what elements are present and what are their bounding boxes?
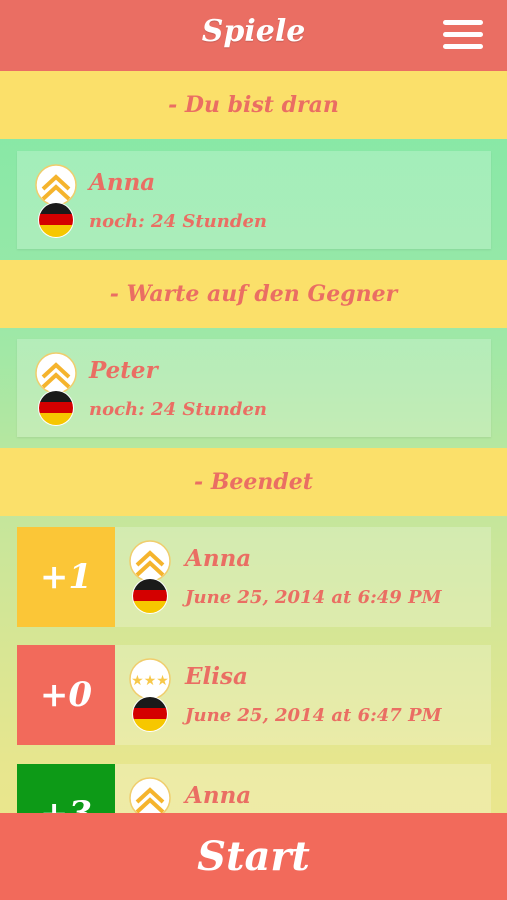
hamburger-menu-icon[interactable]: [443, 20, 483, 52]
start-button[interactable]: Start: [0, 813, 507, 900]
finished-game-row[interactable]: +1 Anna June 25, 2014 at 6:49 PM: [17, 527, 491, 627]
rank-and-flag-icon: [35, 164, 77, 238]
rank-and-flag-icon: [129, 540, 171, 614]
opponent-name: Anna: [185, 545, 252, 572]
opponent-name: Elisa: [185, 663, 248, 690]
rank-and-flag-icon: [35, 352, 77, 426]
top-bar: Spiele: [0, 0, 507, 71]
opponent-name: Peter: [89, 357, 158, 384]
svg-text:★★★: ★★★: [131, 673, 169, 689]
game-timestamp: June 25, 2014 at 6:49 PM: [185, 587, 442, 608]
opponent-name: Anna: [89, 169, 156, 196]
time-remaining: noch: 24 Stunden: [89, 211, 267, 232]
score-badge: +1: [17, 527, 115, 627]
game-card[interactable]: Anna noch: 24 Stunden: [17, 151, 491, 249]
rank-and-flag-icon: ★★★: [129, 658, 171, 732]
game-card[interactable]: Peter noch: 24 Stunden: [17, 339, 491, 437]
opponent-name: Anna: [185, 782, 252, 809]
page-title: Spiele: [201, 14, 306, 49]
section-header-finished: - Beendet: [0, 448, 507, 516]
section-header-your-turn: - Du bist dran: [0, 71, 507, 139]
time-remaining: noch: 24 Stunden: [89, 399, 267, 420]
game-timestamp: June 25, 2014 at 6:47 PM: [185, 705, 442, 726]
score-badge: +0: [17, 645, 115, 745]
finished-game-row[interactable]: +0 ★★★ Elisa June 25, 2014 at 6:47 PM: [17, 645, 491, 745]
section-header-waiting: - Warte auf den Gegner: [0, 260, 507, 328]
